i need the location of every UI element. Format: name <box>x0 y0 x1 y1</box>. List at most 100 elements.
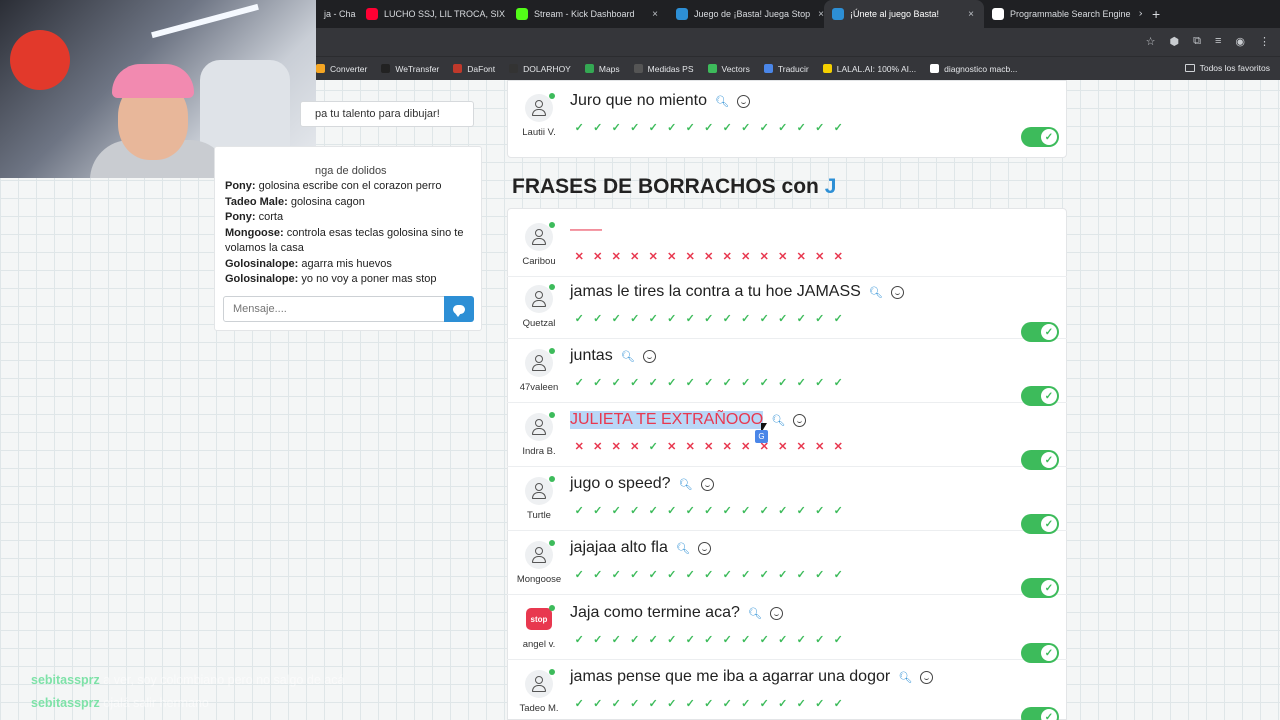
browser-tab[interactable]: ¡Únete al juego Basta! × <box>824 0 984 28</box>
bookmark-item[interactable]: Maps <box>584 64 620 74</box>
check-vote-icon[interactable]: ✓ <box>663 376 682 389</box>
check-vote-icon[interactable]: ✓ <box>663 121 682 134</box>
close-tab-icon[interactable]: × <box>960 9 974 20</box>
check-vote-icon[interactable]: ✓ <box>589 312 608 325</box>
cross-vote-icon[interactable]: ✕ <box>792 440 811 453</box>
cross-vote-icon[interactable]: ✕ <box>570 440 589 453</box>
check-vote-icon[interactable]: ✓ <box>811 568 830 581</box>
menu-icon[interactable]: ⋮ <box>1259 35 1270 48</box>
check-vote-icon[interactable]: ✓ <box>774 376 793 389</box>
cross-vote-icon[interactable]: ✕ <box>700 250 719 263</box>
emoji-icon[interactable] <box>769 606 783 620</box>
check-vote-icon[interactable]: ✓ <box>774 568 793 581</box>
check-vote-icon[interactable]: ✓ <box>700 312 719 325</box>
cross-vote-icon[interactable]: ✕ <box>829 250 848 263</box>
browser-tab[interactable]: Juego de ¡Basta! Juega Stop × <box>668 0 824 28</box>
check-vote-icon[interactable]: ✓ <box>811 504 830 517</box>
check-vote-icon[interactable]: ✓ <box>663 312 682 325</box>
cross-vote-icon[interactable]: ✕ <box>737 250 756 263</box>
cross-vote-icon[interactable]: ✕ <box>718 440 737 453</box>
cross-vote-icon[interactable]: ✕ <box>589 250 608 263</box>
browser-tab[interactable]: Stream - Kick Dashboard × <box>508 0 668 28</box>
check-vote-icon[interactable]: ✓ <box>829 504 848 517</box>
browser-tab[interactable]: ja - Cha× <box>316 0 358 28</box>
check-vote-icon[interactable]: ✓ <box>774 312 793 325</box>
check-vote-icon[interactable]: ✓ <box>589 697 608 710</box>
extension-icon[interactable]: ⬢ <box>1170 35 1180 48</box>
search-icon[interactable]: 🔍︎ <box>676 542 690 555</box>
bookmark-item[interactable]: DOLARHOY <box>509 64 571 74</box>
all-bookmarks[interactable]: Todos los favoritos <box>1184 63 1270 73</box>
bookmark-item[interactable]: LALAL.AI: 100% AI... <box>822 64 916 74</box>
check-vote-icon[interactable]: ✓ <box>718 568 737 581</box>
check-vote-icon[interactable]: ✓ <box>755 312 774 325</box>
check-vote-icon[interactable]: ✓ <box>811 697 830 710</box>
check-vote-icon[interactable]: ✓ <box>700 504 719 517</box>
check-vote-icon[interactable]: ✓ <box>607 504 626 517</box>
cross-vote-icon[interactable]: ✕ <box>811 250 830 263</box>
check-vote-icon[interactable]: ✓ <box>626 312 645 325</box>
check-vote-icon[interactable]: ✓ <box>570 633 589 646</box>
validate-toggle[interactable]: ✓ <box>1021 578 1059 598</box>
check-vote-icon[interactable]: ✓ <box>607 121 626 134</box>
cross-vote-icon[interactable]: ✕ <box>774 250 793 263</box>
check-vote-icon[interactable]: ✓ <box>570 376 589 389</box>
check-vote-icon[interactable]: ✓ <box>589 121 608 134</box>
cross-vote-icon[interactable]: ✕ <box>589 440 608 453</box>
check-vote-icon[interactable]: ✓ <box>570 568 589 581</box>
validate-toggle[interactable]: ✓ <box>1021 127 1059 147</box>
check-vote-icon[interactable]: ✓ <box>718 376 737 389</box>
check-vote-icon[interactable]: ✓ <box>681 697 700 710</box>
close-tab-icon[interactable]: × <box>810 9 824 20</box>
cross-vote-icon[interactable]: ✕ <box>644 250 663 263</box>
search-icon[interactable]: 🔍︎ <box>715 95 729 108</box>
browser-tab[interactable]: LUCHO SSJ, LIL TROCA, SIX× <box>358 0 508 28</box>
search-icon[interactable]: 🔍︎ <box>621 350 635 363</box>
media-icon[interactable]: ≡ <box>1215 35 1221 48</box>
cross-vote-icon[interactable]: ✕ <box>700 440 719 453</box>
check-vote-icon[interactable]: ✓ <box>737 697 756 710</box>
check-vote-icon[interactable]: ✓ <box>700 568 719 581</box>
cross-vote-icon[interactable]: ✕ <box>737 440 756 453</box>
check-vote-icon[interactable]: ✓ <box>681 633 700 646</box>
translate-icon[interactable]: G <box>755 430 768 443</box>
check-vote-icon[interactable]: ✓ <box>570 121 589 134</box>
search-icon[interactable]: 🔍︎ <box>748 607 762 620</box>
check-vote-icon[interactable]: ✓ <box>792 376 811 389</box>
check-vote-icon[interactable]: ✓ <box>700 376 719 389</box>
emoji-icon[interactable] <box>890 285 904 299</box>
check-vote-icon[interactable]: ✓ <box>755 504 774 517</box>
check-vote-icon[interactable]: ✓ <box>737 568 756 581</box>
bookmark-item[interactable]: Traducir <box>763 64 809 74</box>
search-icon[interactable]: 🔍︎ <box>869 286 883 299</box>
cross-vote-icon[interactable]: ✕ <box>663 440 682 453</box>
check-vote-icon[interactable]: ✓ <box>792 568 811 581</box>
check-vote-icon[interactable]: ✓ <box>644 376 663 389</box>
cross-vote-icon[interactable]: ✕ <box>829 440 848 453</box>
check-vote-icon[interactable]: ✓ <box>737 376 756 389</box>
browser-tab[interactable]: Programmable Search Engine × <box>984 0 1142 28</box>
check-vote-icon[interactable]: ✓ <box>626 504 645 517</box>
check-vote-icon[interactable]: ✓ <box>570 504 589 517</box>
check-vote-icon[interactable]: ✓ <box>829 697 848 710</box>
check-vote-icon[interactable]: ✓ <box>663 697 682 710</box>
check-vote-icon[interactable]: ✓ <box>607 376 626 389</box>
check-vote-icon[interactable]: ✓ <box>811 633 830 646</box>
check-vote-icon[interactable]: ✓ <box>589 504 608 517</box>
check-vote-icon[interactable]: ✓ <box>681 376 700 389</box>
bookmark-item[interactable]: DaFont <box>453 64 495 74</box>
check-vote-icon[interactable]: ✓ <box>607 633 626 646</box>
check-vote-icon[interactable]: ✓ <box>718 121 737 134</box>
cross-vote-icon[interactable]: ✕ <box>681 250 700 263</box>
bookmark-item[interactable]: diagnostico macb... <box>930 64 1017 74</box>
check-vote-icon[interactable]: ✓ <box>644 633 663 646</box>
emoji-icon[interactable] <box>697 541 711 555</box>
check-vote-icon[interactable]: ✓ <box>626 121 645 134</box>
bookmark-item[interactable]: Medidas PS <box>633 64 694 74</box>
emoji-icon[interactable] <box>920 670 934 684</box>
emoji-icon[interactable] <box>642 349 656 363</box>
check-vote-icon[interactable]: ✓ <box>737 504 756 517</box>
profile-icon[interactable]: ◉ <box>1235 35 1245 48</box>
validate-toggle[interactable]: ✓ <box>1021 707 1059 720</box>
check-vote-icon[interactable]: ✓ <box>829 312 848 325</box>
